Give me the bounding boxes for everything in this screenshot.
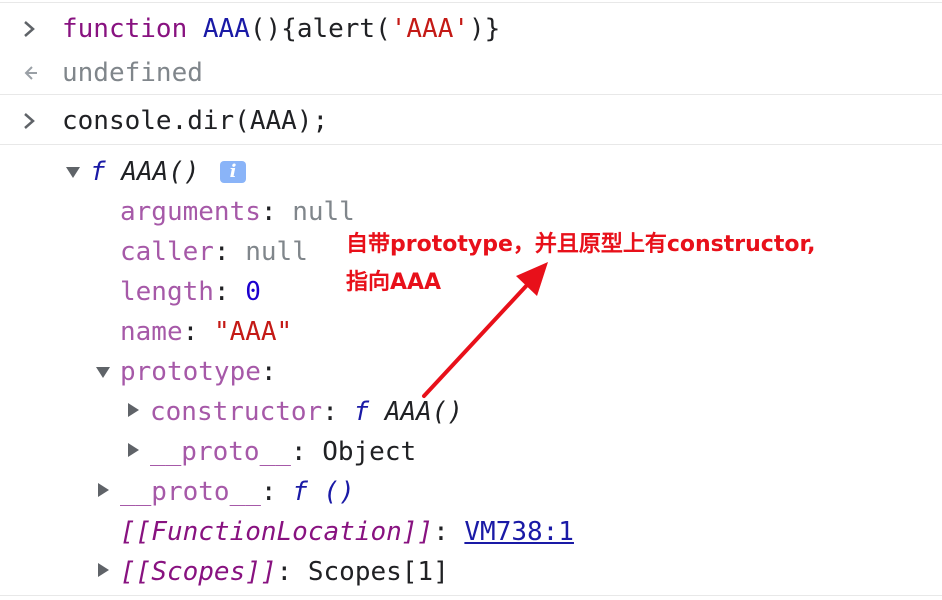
annotation-arrow-icon bbox=[422, 262, 548, 398]
